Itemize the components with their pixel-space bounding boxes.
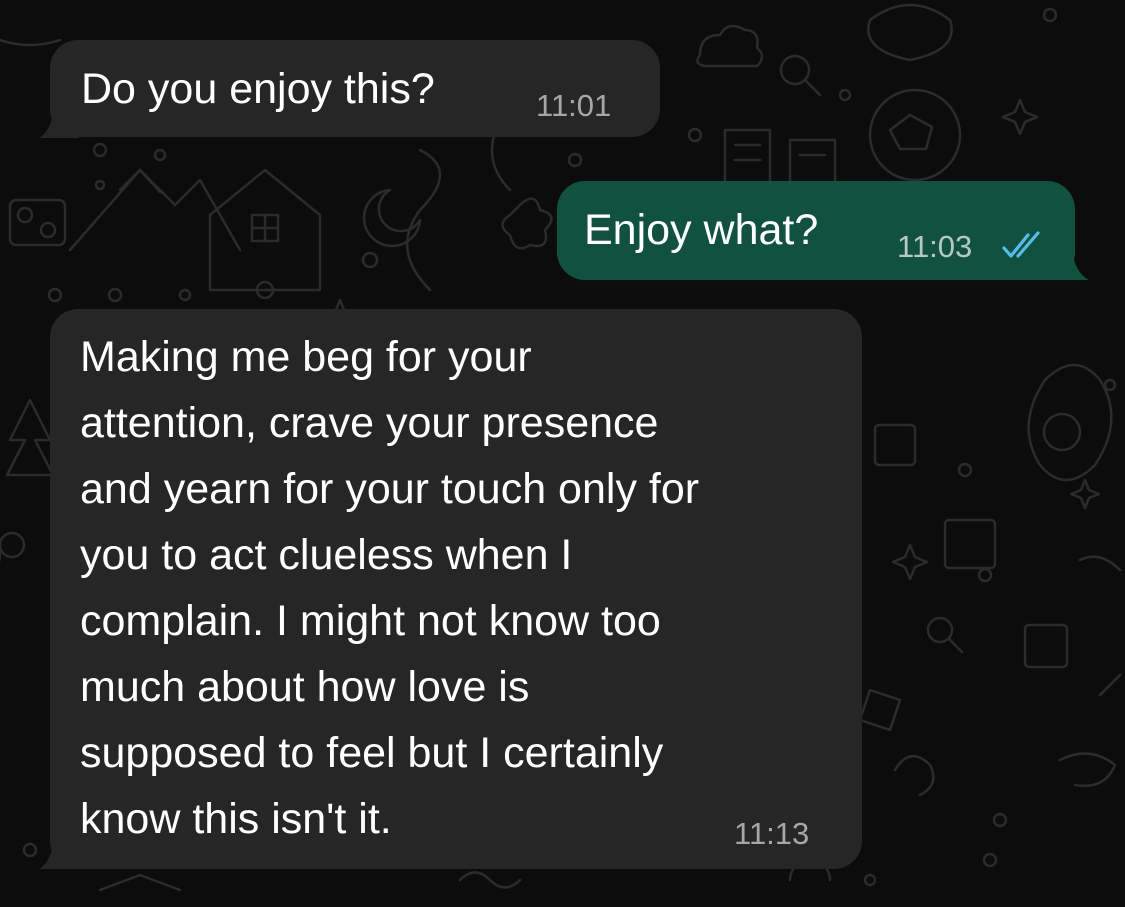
message-bubble-outgoing[interactable]: Enjoy what? 11:03 [557,181,1075,280]
message-timestamp: 11:01 [536,88,612,123]
message-text: Enjoy what? [584,206,819,254]
bubble-tail-incoming [39,100,79,138]
message-text: Do you enjoy this? [81,65,435,113]
message-bubble-incoming[interactable]: Making me beg for your attention, crave … [50,309,862,869]
bubble-tail-outgoing [1045,242,1089,280]
message-text: Making me beg for your attention, crave … [80,333,700,843]
chat-view[interactable]: Do you enjoy this? 11:01 Enjoy what? 11:… [0,0,1125,907]
message-timestamp: 11:03 [897,229,973,264]
double-check-read-icon [1002,231,1040,258]
message-bubble-incoming[interactable]: Do you enjoy this? 11:01 [50,40,660,137]
message-timestamp: 11:13 [734,816,810,851]
bubble-tail-incoming [39,831,79,869]
